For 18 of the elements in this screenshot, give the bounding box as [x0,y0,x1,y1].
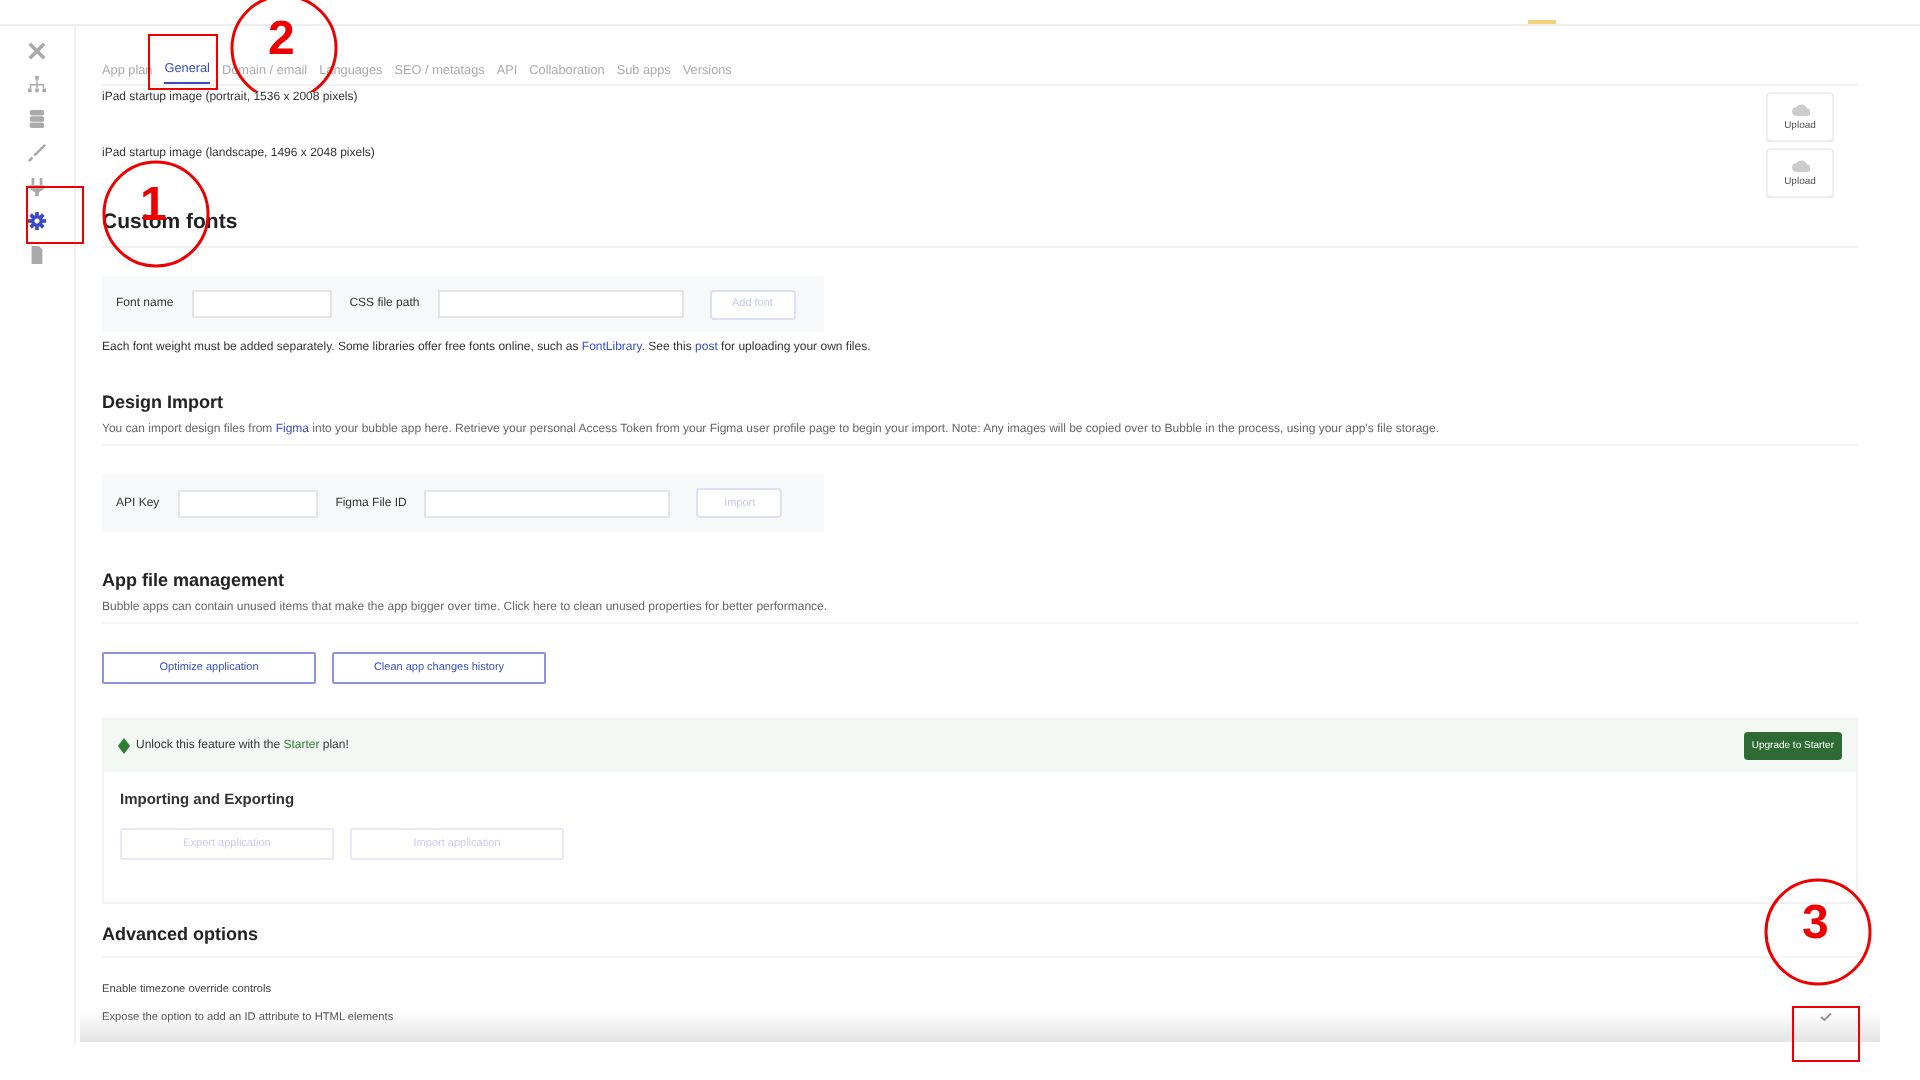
cloud-icon [1791,103,1809,115]
highlight-box [148,34,218,90]
cloud-icon [1791,159,1809,171]
section-title: Advanced options [102,924,259,944]
input-field[interactable] [177,489,318,517]
diamond-icon [118,738,130,754]
section-title: App file management [102,570,287,590]
annotation-number: 3 [1802,904,1829,943]
highlight-box [26,186,84,244]
input-field[interactable] [191,290,332,318]
annotation-number: 2 [268,20,295,59]
input-field[interactable] [437,290,684,318]
section-title: Design Import [102,392,226,412]
checkbox[interactable] [1816,1008,1834,1026]
accent-mark [1528,20,1556,24]
highlight-box [1792,1006,1860,1062]
input-field[interactable] [424,489,671,517]
annotation-circle [1764,878,1872,986]
